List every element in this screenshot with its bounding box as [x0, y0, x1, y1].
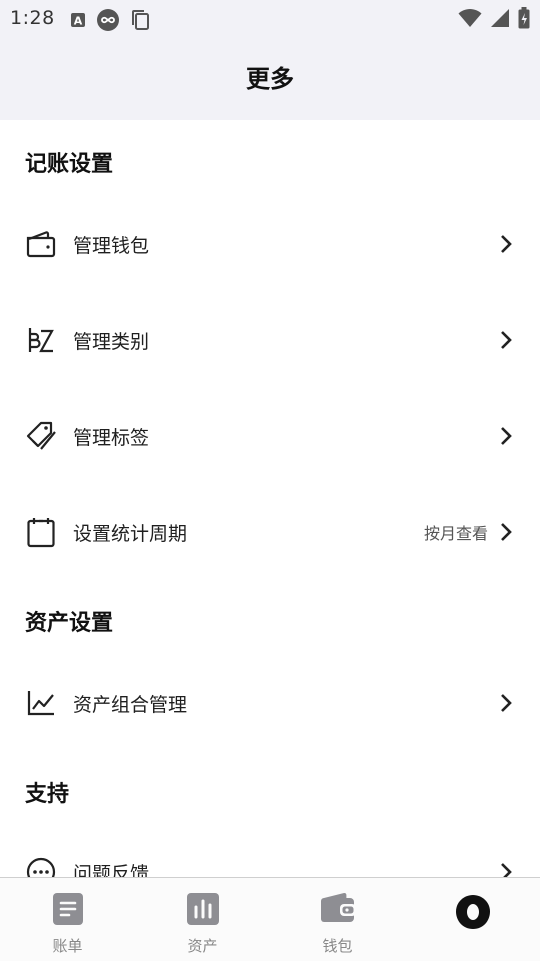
signal-icon: [490, 8, 510, 32]
more-ring-icon: [453, 892, 493, 936]
row-value: 按月查看: [423, 524, 488, 543]
row-label: 问题反馈: [73, 862, 150, 878]
status-left-icons: A: [70, 8, 150, 36]
app-bar: 更多: [0, 38, 540, 120]
copy-icon: [130, 9, 150, 35]
chevron-right-icon: [496, 520, 516, 544]
row-label: 管理标签: [73, 426, 150, 449]
tab-wallet[interactable]: 钱包: [270, 878, 405, 961]
chevron-right-icon: [496, 860, 516, 877]
tab-label: 资产: [187, 937, 218, 955]
tag-icon: [25, 420, 57, 452]
tab-more[interactable]: [405, 878, 540, 961]
section-title-support: 支持: [25, 782, 70, 807]
chevron-right-icon: [496, 424, 516, 448]
chevron-right-icon: [496, 232, 516, 256]
svg-text:A: A: [74, 15, 83, 28]
chevron-right-icon: [496, 328, 516, 352]
calendar-icon: [25, 516, 57, 548]
feedback-icon: [25, 856, 57, 877]
tab-bills[interactable]: 账单: [0, 878, 135, 961]
bottom-nav: 账单 资产 钱包: [0, 877, 540, 961]
status-right-icons: [458, 7, 530, 33]
row-stat-period[interactable]: 设置统计周期 按月查看: [0, 502, 540, 562]
row-portfolio-management[interactable]: 资产组合管理: [0, 673, 540, 733]
section-title-bookkeeping: 记账设置: [25, 152, 114, 177]
page-title: 更多: [246, 65, 294, 93]
row-label: 资产组合管理: [73, 693, 188, 716]
status-time: 1:28: [10, 7, 55, 29]
row-label: 管理类别: [73, 330, 150, 353]
row-manage-tags[interactable]: 管理标签: [0, 406, 540, 466]
chart-line-icon: [25, 687, 57, 719]
settings-list[interactable]: 记账设置 管理钱包 管理类别 管理标签 设置统计周期 按月查看 资产设置 资产组…: [0, 120, 540, 877]
section-title-assets: 资产设置: [25, 611, 114, 636]
bar-chart-icon: [186, 892, 220, 930]
tab-label: 账单: [52, 937, 83, 955]
row-label: 设置统计周期: [73, 522, 188, 545]
bill-icon: [52, 892, 84, 930]
chevron-right-icon: [496, 691, 516, 715]
tab-assets[interactable]: 资产: [135, 878, 270, 961]
row-manage-categories[interactable]: 管理类别: [0, 310, 540, 370]
tab-label: 钱包: [322, 937, 353, 955]
battery-icon: [518, 7, 530, 33]
status-bar: 1:28 A: [0, 0, 540, 38]
infinity-badge-icon: [96, 8, 120, 36]
wifi-icon: [458, 8, 482, 32]
category-icon: [25, 324, 57, 356]
wallet-icon: [25, 228, 57, 260]
row-label: 管理钱包: [73, 234, 150, 257]
row-manage-wallets[interactable]: 管理钱包: [0, 214, 540, 274]
row-feedback[interactable]: 问题反馈: [0, 842, 540, 877]
keyboard-a-icon: A: [70, 12, 86, 32]
wallet-tab-icon: [320, 892, 356, 928]
